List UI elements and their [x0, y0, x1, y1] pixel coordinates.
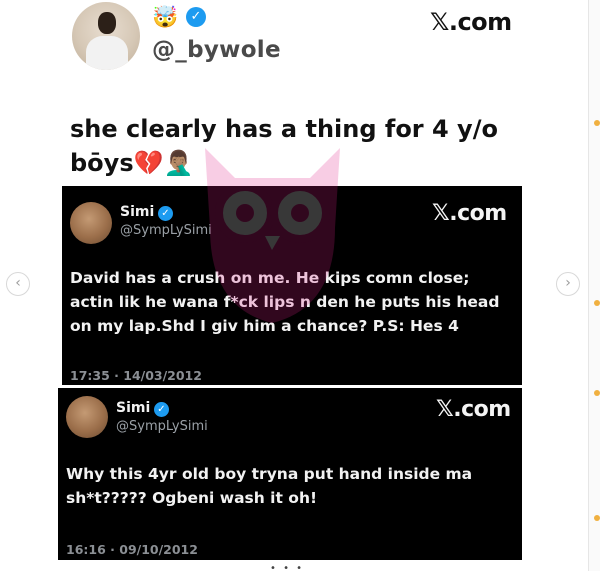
- quoted-text: David has a crush on me. He kips comn cl…: [70, 269, 500, 335]
- x-com-label: 𝕏.com: [436, 397, 511, 422]
- author-handle[interactable]: @_bywole: [152, 37, 281, 63]
- profile-avatar[interactable]: [72, 2, 140, 70]
- carousel-prev-button[interactable]: ‹: [6, 272, 30, 296]
- quoted-username: @SympLySimi: [120, 223, 212, 238]
- quoted-avatar: [66, 396, 108, 438]
- quoted-tweet-card: Simi ✓ @SympLySimi 𝕏.com Why this 4yr ol…: [58, 388, 522, 560]
- quoted-tweet-card: Simi ✓ @SympLySimi 𝕏.com David has a cru…: [62, 186, 522, 385]
- reaction-dot-icon: [594, 515, 600, 521]
- quoted-avatar: [70, 202, 112, 244]
- carousel-next-button[interactable]: ›: [556, 272, 580, 296]
- quoted-timestamp: 17:35 · 14/03/2012: [70, 368, 202, 383]
- x-com-label: 𝕏.com: [430, 8, 512, 36]
- exploding-head-emoji: 🤯: [152, 5, 179, 29]
- quoted-timestamp: 16:16 · 09/10/2012: [66, 542, 198, 557]
- verified-badge-icon: ✓: [158, 206, 173, 221]
- verified-badge-icon: ✓: [186, 7, 206, 27]
- x-com-label: 𝕏.com: [432, 201, 507, 226]
- post-image: 🤯 ✓ @_bywole 𝕏.com she clearly has a thi…: [0, 0, 588, 574]
- reaction-dot-icon: [594, 120, 600, 126]
- tweet-text: she clearly has a thing for 4 y/o bōys💔🤦…: [70, 115, 498, 177]
- side-panel-edge: [588, 0, 600, 571]
- carousel-dots: • • •: [270, 563, 305, 574]
- quoted-text: Why this 4yr old boy tryna put hand insi…: [66, 465, 473, 507]
- reaction-dot-icon: [594, 300, 600, 306]
- verified-badge-icon: ✓: [154, 402, 169, 417]
- quoted-name: Simi: [116, 400, 151, 416]
- quoted-name: Simi: [120, 204, 155, 220]
- reaction-dot-icon: [594, 390, 600, 396]
- quoted-username: @SympLySimi: [116, 419, 208, 434]
